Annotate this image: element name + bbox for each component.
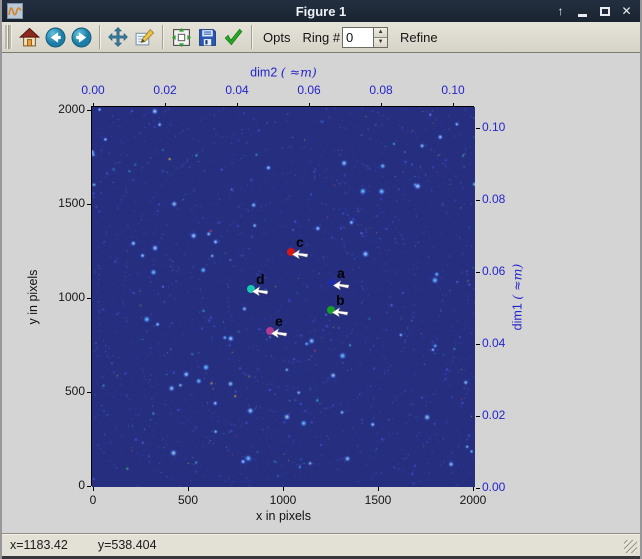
top-axis-tickmark xyxy=(93,103,94,107)
right-axis-tickmark xyxy=(476,344,480,345)
spin-down-button[interactable]: ▼ xyxy=(374,36,388,47)
matplotlib-logo-icon xyxy=(7,3,23,19)
top-axis-tick: 0.08 xyxy=(369,83,393,97)
control-point-label-b: b xyxy=(336,292,345,308)
left-axis-tickmark xyxy=(87,204,91,205)
toolbar-separator xyxy=(162,25,163,49)
back-button[interactable] xyxy=(42,24,68,50)
top-axis-tickmark xyxy=(165,103,166,107)
control-point-label-d: d xyxy=(256,271,265,287)
left-axis-tick: 0 xyxy=(78,478,85,492)
left-axis-tickmark xyxy=(87,298,91,299)
detector-image-canvas[interactable] xyxy=(92,107,475,487)
minimize-icon xyxy=(578,14,587,17)
top-axis-label: dim2 ( ≈m) xyxy=(250,64,317,80)
top-axis-tick: 0.00 xyxy=(81,83,105,97)
bottom-axis-tickmark xyxy=(473,487,474,491)
back-icon xyxy=(45,27,65,47)
top-axis-tickmark xyxy=(453,103,454,107)
right-axis-tick: 0.06 xyxy=(482,264,506,278)
opts-label[interactable]: Opts xyxy=(263,30,290,45)
pan-icon xyxy=(108,27,128,47)
spin-up-button[interactable]: ▲ xyxy=(374,27,388,37)
edit-icon xyxy=(135,28,154,45)
edit-button[interactable] xyxy=(131,24,157,50)
control-point-label-a: a xyxy=(337,265,345,281)
right-axis-tick: 0.10 xyxy=(482,120,506,134)
right-axis-tickmark xyxy=(476,128,480,129)
forward-button[interactable] xyxy=(68,24,94,50)
toolbar-separator xyxy=(99,25,100,49)
right-axis-tickmark xyxy=(476,272,480,273)
cursor-x-readout: x=1183.42 xyxy=(10,538,68,552)
bottom-axis-tick: 500 xyxy=(177,493,199,507)
ring-number-label: Ring # xyxy=(302,29,341,45)
pan-button[interactable] xyxy=(105,24,131,50)
right-axis-tick: 0.00 xyxy=(482,480,506,494)
bottom-axis-tickmark xyxy=(378,487,379,491)
refine-label[interactable]: Refine xyxy=(400,30,438,45)
control-point-label-e: e xyxy=(275,313,283,329)
left-axis-label: y in pixels xyxy=(26,269,40,325)
right-axis-label: dim1 ( ≈m) xyxy=(509,263,525,331)
home-button[interactable] xyxy=(16,24,42,50)
shade-button[interactable]: ↑ xyxy=(553,3,568,19)
ring-number-input[interactable] xyxy=(343,27,374,47)
check-icon xyxy=(224,28,243,46)
forward-icon xyxy=(71,27,91,47)
top-axis-tick: 0.10 xyxy=(441,83,465,97)
left-axis-tick: 2000 xyxy=(58,102,85,116)
bottom-axis-tick: 0 xyxy=(89,493,97,507)
left-axis-tick: 1500 xyxy=(58,196,85,210)
apply-button[interactable] xyxy=(220,24,246,50)
right-axis-tick: 0.08 xyxy=(482,192,506,206)
toolbar: Opts Ring # ▲ ▼ Refine xyxy=(2,22,640,53)
subplots-icon xyxy=(171,27,191,47)
left-axis-tickmark xyxy=(87,392,91,393)
top-axis-tickmark xyxy=(237,103,238,107)
right-axis-tickmark xyxy=(476,200,480,201)
titlebar[interactable]: Figure 1 ↑ ✕ xyxy=(2,0,640,22)
figure-window: Figure 1 ↑ ✕ Opts Ring # 0 ▲ ▼ Refine di… xyxy=(0,0,642,559)
minimize-button[interactable] xyxy=(575,3,590,19)
left-axis-tick: 500 xyxy=(64,384,85,398)
left-axis-tick: 1000 xyxy=(58,290,85,304)
save-button[interactable] xyxy=(194,24,220,50)
save-icon xyxy=(198,28,216,46)
maximize-icon xyxy=(599,6,610,16)
top-axis-tick: 0.04 xyxy=(225,83,249,97)
top-axis-tick: 0.06 xyxy=(297,83,321,97)
top-axis-tick: 0.02 xyxy=(153,83,177,97)
toolbar-separator xyxy=(251,25,252,49)
left-axis-tickmark xyxy=(87,486,91,487)
cursor-y-readout: y=538.404 xyxy=(97,538,157,552)
right-axis-tickmark xyxy=(476,416,480,417)
bottom-axis-tick: 1000 xyxy=(269,493,297,507)
top-axis-tickmark xyxy=(309,103,310,107)
resize-grip[interactable] xyxy=(624,540,637,553)
bottom-axis-tickmark xyxy=(188,487,189,491)
statusbar: x=1183.42 y=538.404 xyxy=(2,533,640,556)
top-axis-tickmark xyxy=(381,103,382,107)
toolbar-grip[interactable] xyxy=(5,25,12,49)
left-axis-tickmark xyxy=(87,110,91,111)
close-button[interactable]: ✕ xyxy=(619,3,634,19)
bottom-axis-label: x in pixels xyxy=(256,509,311,523)
right-axis-tick: 0.02 xyxy=(482,408,506,422)
bottom-axis-tickmark xyxy=(93,487,94,491)
bottom-axis-tick: 2000 xyxy=(459,493,487,507)
bottom-axis-tick: 1500 xyxy=(364,493,392,507)
maximize-button[interactable] xyxy=(597,3,612,19)
plot-frame xyxy=(91,106,475,487)
home-icon xyxy=(18,27,40,46)
window-title: Figure 1 xyxy=(295,3,347,19)
right-axis-tickmark xyxy=(476,488,480,489)
figure-area: dim2 ( ≈m) x in pixels y in pixels dim1 … xyxy=(2,53,640,533)
ring-number-spinbox: ▲ ▼ xyxy=(342,26,389,48)
subplots-button[interactable] xyxy=(168,24,194,50)
bottom-axis-tickmark xyxy=(283,487,284,491)
right-axis-tick: 0.04 xyxy=(482,336,506,350)
control-point-label-c: c xyxy=(296,234,304,250)
